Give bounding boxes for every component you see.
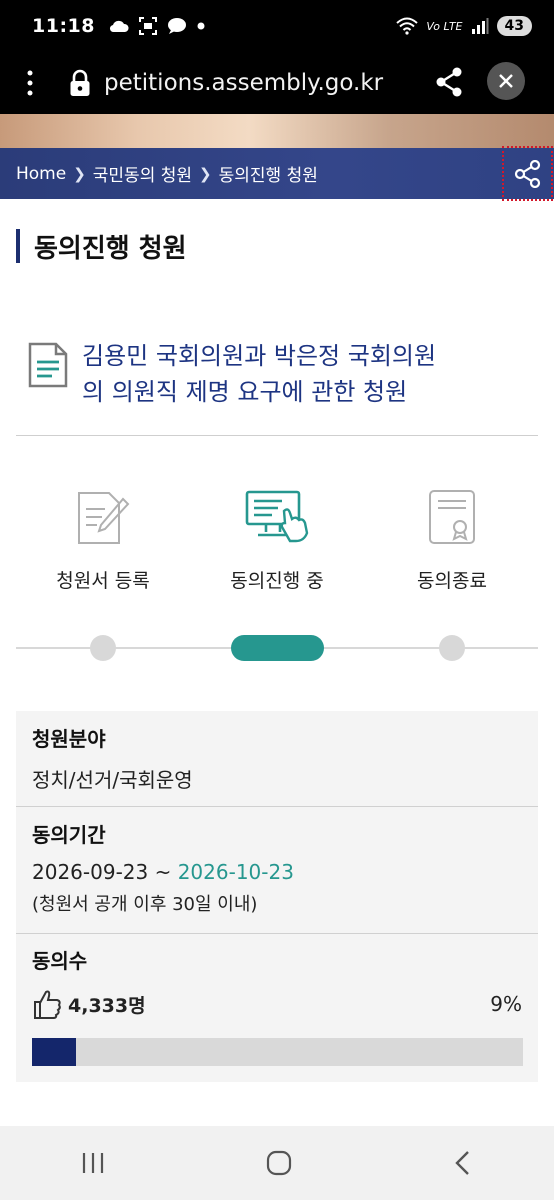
breadcrumb-home[interactable]: Home [16,164,66,184]
back-icon[interactable] [451,1149,475,1177]
step-ended: 동의종료 [372,482,532,593]
status-right-icons: Vo LTE 43 [396,16,532,36]
thumbs-up-icon [34,990,61,1019]
recent-apps-icon[interactable] [79,1151,107,1175]
page-title: 동의진행 청원 [34,233,187,264]
share-icon[interactable] [434,66,464,102]
status-time: 11:18 [32,15,95,37]
breadcrumb: Home ❯ 국민동의 청원 ❯ 동의진행 청원 [0,148,554,199]
url-bar[interactable]: petitions.assembly.go.kr [104,70,383,96]
petition-header: 김용민 국회의원과 박은정 국회의원 의 의원직 제명 요구에 관한 청원 [28,338,538,410]
petition-title-line1: 김용민 국회의원과 박은정 국회의원 [82,342,437,370]
status-bar: 11:18 Vo LTE 43 [0,0,554,52]
chevron-right-icon: ❯ [73,164,86,183]
petition-title-line2: 의 의원직 제명 요구에 관한 청원 [82,378,408,406]
field-label: 청원분야 [32,727,106,751]
agree-progress-bar [32,1038,523,1066]
hero-banner-image [0,114,554,148]
signal-icon [471,18,489,34]
lock-icon[interactable] [60,69,100,97]
title-accent-bar [16,229,20,263]
breadcrumb-item-current[interactable]: 동의진행 청원 [219,161,318,186]
document-icon [28,342,68,388]
browser-bar: petitions.assembly.go.kr [0,52,554,114]
divider [16,806,538,807]
agree-percent: 9% [490,992,522,1016]
share-icon [514,159,540,188]
period-note: (청원서 공개 이후 30일 이내) [32,894,258,915]
close-tab-button[interactable] [487,62,525,100]
chat-icon [167,18,186,34]
home-icon[interactable] [265,1149,293,1177]
battery-indicator: 43 [496,16,532,36]
breadcrumb-item-national-petition[interactable]: 국민동의 청원 [93,161,192,186]
chevron-right-icon: ❯ [199,164,212,183]
page-title-section: 동의진행 청원 [16,228,187,264]
agree-count: 4,333명 [68,994,146,1017]
step-indicator-active [231,635,324,661]
step-in-progress: 동의진행 중 [197,482,357,593]
period-label: 동의기간 [32,823,106,847]
step-registration: 청원서 등록 [23,482,183,593]
agree-progress-fill [32,1038,77,1066]
network-label: Vo LTE [426,19,463,33]
count-section: 동의수 4,333명 9% [16,945,538,1020]
computer-hand-icon [245,490,309,543]
period-end: 2026-10-23 [177,860,294,884]
period-start: 2026-09-23 ~ [32,860,178,884]
wifi-icon [396,17,419,35]
period-section: 동의기간 2026-09-23 ~ 2026-10-23 (청원서 공개 이후 … [16,819,538,916]
count-label: 동의수 [32,949,88,973]
field-section: 청원분야 정치/선거/국회운영 [16,723,538,793]
more-options-icon[interactable] [0,70,60,96]
divider [16,933,538,934]
period-range: 2026-09-23 ~ 2026-10-23 [32,860,522,884]
step-label: 동의진행 중 [230,570,324,592]
page-share-button[interactable] [502,146,553,201]
field-value: 정치/선거/국회운영 [32,768,193,792]
step-label: 동의종료 [417,570,487,592]
petition-info-box: 청원분야 정치/선거/국회운영 동의기간 2026-09-23 ~ 2026-1… [16,711,538,1082]
step-dot-ended [439,635,465,661]
close-icon [499,74,513,88]
document-pen-icon [78,492,130,544]
step-label: 청원서 등록 [56,570,150,592]
system-nav-bar [0,1126,554,1200]
screenshot-icon [138,17,157,35]
step-dot-registration [90,635,116,661]
petition-title: 김용민 국회의원과 박은정 국회의원 의 의원직 제명 요구에 관한 청원 [82,338,436,410]
cloud-icon [109,20,129,33]
divider [16,435,538,436]
status-notification-icons [109,17,205,35]
certificate-icon [429,490,475,544]
dot-icon [197,22,205,30]
